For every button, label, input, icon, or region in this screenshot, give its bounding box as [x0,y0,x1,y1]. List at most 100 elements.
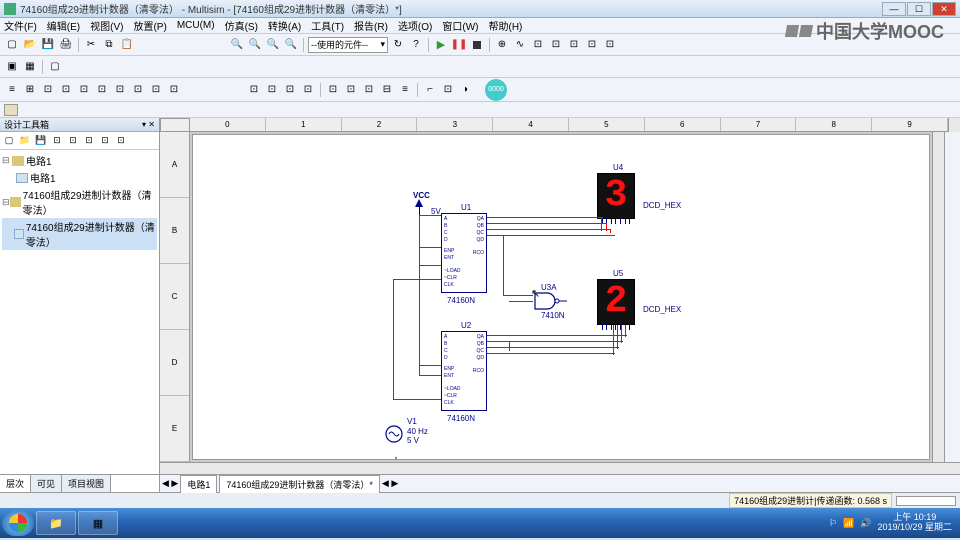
scope1-icon[interactable]: ∿ [512,37,528,53]
tray-clock[interactable]: 上午 10:19 2019/10/29 星期二 [877,513,952,533]
u1-chip[interactable]: ABCD QAQBQCQD ENPENT RCO ~LOAD~CLRCLK [441,213,487,293]
save-icon[interactable]: 💾 [40,37,56,53]
cut-icon[interactable]: ✂ [83,37,99,53]
refresh-icon[interactable]: ↻ [390,37,406,53]
place10-icon[interactable]: ⌐ [422,82,438,98]
comp4-icon[interactable]: ⊡ [58,82,74,98]
menu-window[interactable]: 窗口(W) [442,18,478,33]
start-button[interactable] [2,510,34,536]
scope3-icon[interactable]: ⊡ [548,37,564,53]
zoom-fit-icon[interactable]: 🔍 [283,37,299,53]
menu-help[interactable]: 帮助(H) [489,18,523,33]
run-icon[interactable]: ▶ [433,37,449,53]
menu-transfer[interactable]: 转换(A) [268,18,301,33]
comp2-icon[interactable]: ⊞ [22,82,38,98]
comp3-icon[interactable]: ⊡ [40,82,56,98]
menu-edit[interactable]: 编辑(E) [47,18,80,33]
comp10-icon[interactable]: ⊡ [166,82,182,98]
menu-simulate[interactable]: 仿真(S) [225,18,258,33]
comp8-icon[interactable]: ⊡ [130,82,146,98]
comp5-icon[interactable]: ⊡ [76,82,92,98]
menu-view[interactable]: 视图(V) [90,18,123,33]
tree-t5-icon[interactable]: ⊡ [114,134,128,148]
horizontal-scrollbar[interactable] [160,462,960,474]
tree-t1-icon[interactable]: ⊡ [50,134,64,148]
vcc-symbol[interactable] [415,199,423,207]
design-icon[interactable] [4,104,18,116]
taskbar-item-multisim[interactable]: ▦ [78,511,118,535]
tab-project[interactable]: 项目视图 [62,475,111,492]
maximize-button[interactable]: ☐ [907,2,931,16]
schematic-canvas[interactable]: VCC 5V U1 ABCD QAQBQCQD ENPENT RCO ~LOAD… [192,134,930,460]
paste-icon[interactable]: 📋 [119,37,135,53]
menu-reports[interactable]: 报告(R) [354,18,388,33]
help-icon[interactable]: ? [408,37,424,53]
scope6-icon[interactable]: ⊡ [602,37,618,53]
u2-chip[interactable]: ABCD QAQBQCQD ENPENT RCO ~LOAD~CLRCLK [441,331,487,411]
doc-tab-2[interactable]: 74160组成29进制计数器（清零法）* [219,475,380,493]
scope4-icon[interactable]: ⊡ [566,37,582,53]
menu-place[interactable]: 放置(P) [133,18,166,33]
place5-icon[interactable]: ⊡ [325,82,341,98]
pause-icon[interactable]: ❚❚ [451,37,467,53]
tree-t2-icon[interactable]: ⊡ [66,134,80,148]
scope2-icon[interactable]: ⊡ [530,37,546,53]
toggle1-icon[interactable]: ▢ [47,59,63,75]
scope5-icon[interactable]: ⊡ [584,37,600,53]
taskbar-item-explorer[interactable]: 📁 [36,511,76,535]
doc-tab-1[interactable]: 电路1 [180,475,217,493]
zoom-area-icon[interactable]: 🔍 [265,37,281,53]
print-icon[interactable]: 🖨 [58,37,74,53]
tree-new-icon[interactable]: ▢ [2,134,16,148]
u4-display[interactable]: 3 [597,173,635,219]
vertical-scrollbar[interactable] [932,132,944,462]
place12-icon[interactable]: ◗ [458,82,474,98]
tree-item[interactable]: ⊟74160组成29进制计数器（清零法） [2,186,157,218]
tree-open-icon[interactable]: 📁 [18,134,32,148]
menu-options[interactable]: 选项(O) [398,18,432,33]
grid-icon[interactable]: ▦ [22,59,38,75]
new-icon[interactable]: ▢ [4,37,20,53]
menu-file[interactable]: 文件(F) [4,18,37,33]
probe-icon[interactable]: ⊕ [494,37,510,53]
place11-icon[interactable]: ⊡ [440,82,456,98]
place6-icon[interactable]: ⊡ [343,82,359,98]
place3-icon[interactable]: ⊡ [282,82,298,98]
tray-network-icon[interactable]: 📶 [843,518,854,529]
place8-icon[interactable]: ⊟ [379,82,395,98]
tab-hierarchy[interactable]: 层次 [0,475,31,492]
tree-item[interactable]: ⊟电路1 [2,152,157,169]
fullscreen-icon[interactable]: ▣ [4,59,20,75]
tree-item[interactable]: 74160组成29进制计数器（清零法） [2,218,157,250]
comp7-icon[interactable]: ⊡ [112,82,128,98]
zoom-out-icon[interactable]: 🔍 [247,37,263,53]
tree-item[interactable]: 电路1 [2,169,157,186]
tree-t4-icon[interactable]: ⊡ [98,134,112,148]
comp1-icon[interactable]: ≡ [4,82,20,98]
tree-save-icon[interactable]: 💾 [34,134,48,148]
stop-icon[interactable] [469,37,485,53]
place2-icon[interactable]: ⊡ [264,82,280,98]
menu-mcu[interactable]: MCU(M) [177,20,215,31]
u5-display[interactable]: 2 [597,279,635,325]
minimize-button[interactable]: — [882,2,906,16]
place7-icon[interactable]: ⊡ [361,82,377,98]
copy-icon[interactable]: ⧉ [101,37,117,53]
v1-source[interactable] [385,425,403,446]
place4-icon[interactable]: ⊡ [300,82,316,98]
zoom-in-icon[interactable]: 🔍 [229,37,245,53]
tab-visible[interactable]: 可见 [31,475,62,492]
place9-icon[interactable]: ≡ [397,82,413,98]
tray-volume-icon[interactable]: 🔊 [860,518,871,529]
system-tray[interactable]: ⚐ 📶 🔊 上午 10:19 2019/10/29 星期二 [829,513,958,533]
place1-icon[interactable]: ⊡ [246,82,262,98]
ground-symbol[interactable] [389,457,403,460]
close-button[interactable]: ✕ [932,2,956,16]
tree-t3-icon[interactable]: ⊡ [82,134,96,148]
menu-tools[interactable]: 工具(T) [311,18,344,33]
component-dropdown[interactable]: --使用的元件--▾ [308,37,388,53]
comp6-icon[interactable]: ⊡ [94,82,110,98]
tray-flag-icon[interactable]: ⚐ [829,518,837,529]
open-icon[interactable]: 📂 [22,37,38,53]
comp9-icon[interactable]: ⊡ [148,82,164,98]
